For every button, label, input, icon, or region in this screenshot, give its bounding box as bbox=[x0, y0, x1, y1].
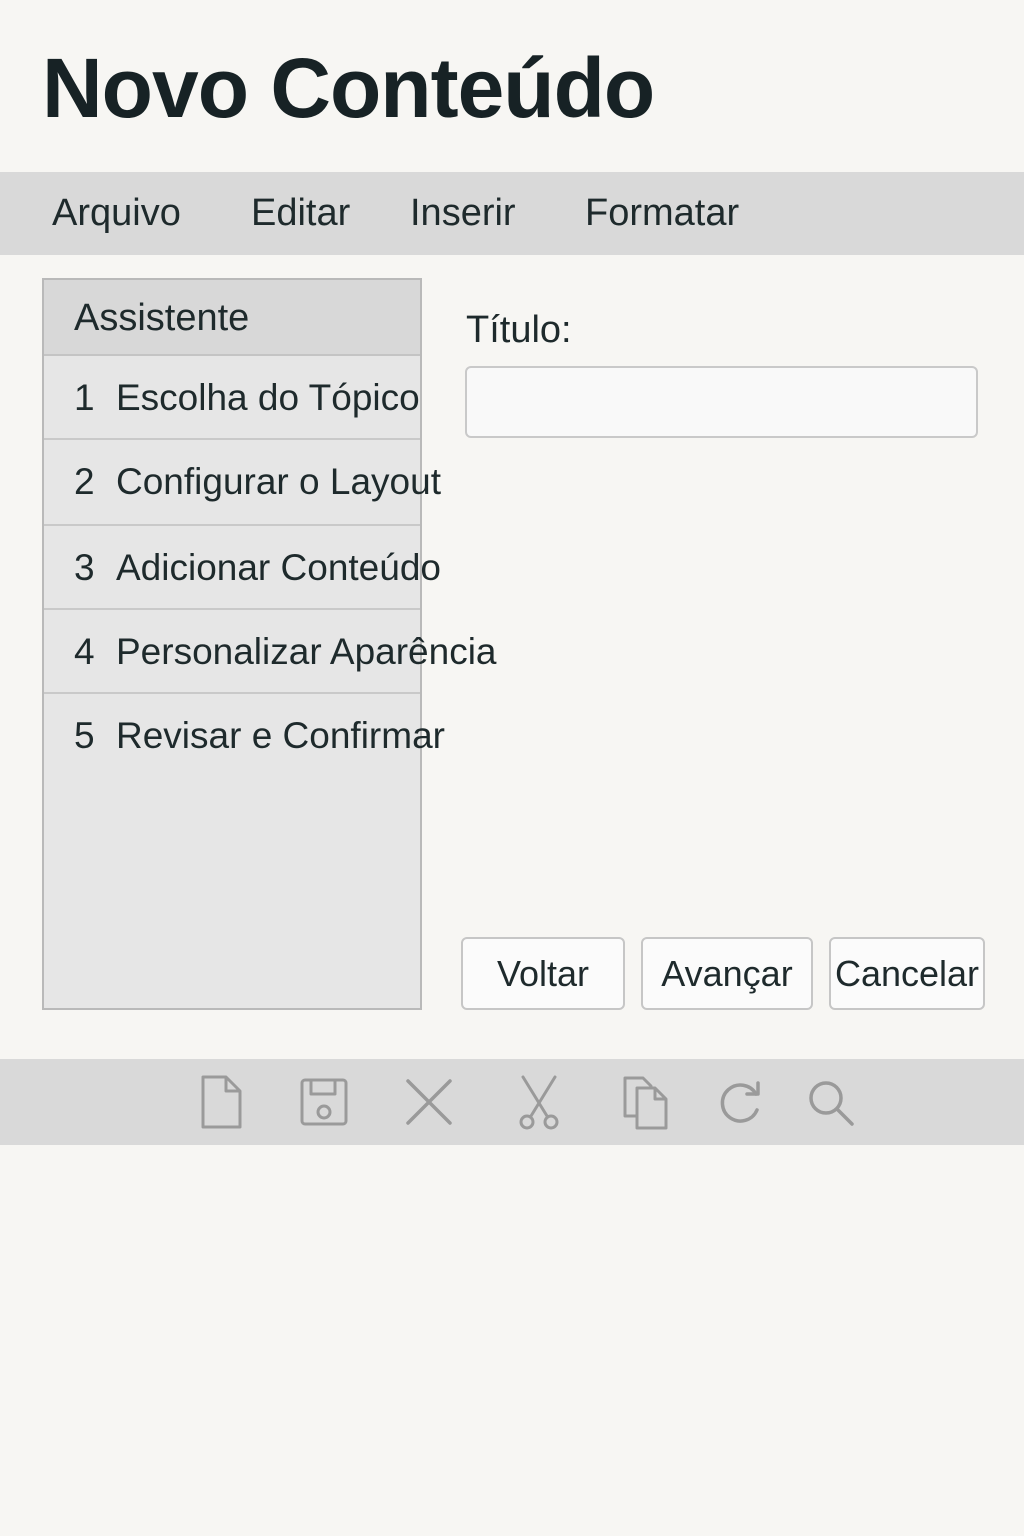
step-number: 2 bbox=[74, 461, 95, 502]
new-file-icon[interactable] bbox=[191, 1072, 251, 1132]
step-label: Escolha do Tópico bbox=[116, 377, 420, 418]
wizard-step-3[interactable]: 3 Adicionar Conteúdo bbox=[44, 526, 441, 610]
cut-icon[interactable] bbox=[509, 1072, 569, 1132]
step-number: 4 bbox=[74, 631, 95, 672]
wizard-step-1[interactable]: 1 Escolha do Tópico bbox=[44, 356, 420, 440]
step-number: 1 bbox=[74, 377, 95, 418]
step-label: Revisar e Confirmar bbox=[116, 715, 445, 756]
menu-bar: Arquivo Editar Inserir Formatar bbox=[0, 172, 1024, 255]
back-button[interactable]: Voltar bbox=[461, 937, 625, 1010]
title-input[interactable] bbox=[465, 366, 978, 438]
bottom-toolbar bbox=[0, 1059, 1024, 1145]
next-button[interactable]: Avançar bbox=[641, 937, 813, 1010]
save-icon[interactable] bbox=[294, 1072, 354, 1132]
wizard-step-4[interactable]: 4 Personalizar Aparência bbox=[44, 610, 497, 694]
wizard-header: Assistente bbox=[44, 280, 420, 356]
refresh-icon[interactable] bbox=[710, 1072, 770, 1132]
menu-item-formatar[interactable]: Formatar bbox=[585, 172, 739, 255]
copy-icon[interactable] bbox=[616, 1072, 676, 1132]
wizard-step-2[interactable]: 2 Configurar o Layout bbox=[44, 440, 441, 526]
menu-item-inserir[interactable]: Inserir bbox=[410, 172, 516, 255]
close-icon[interactable] bbox=[399, 1072, 459, 1132]
cancel-button[interactable]: Cancelar bbox=[829, 937, 985, 1010]
step-number: 3 bbox=[74, 547, 95, 588]
menu-item-editar[interactable]: Editar bbox=[251, 172, 350, 255]
wizard-panel: Assistente 1 Escolha do Tópico 2 Configu… bbox=[42, 278, 497, 1010]
wizard-step-5[interactable]: 5 Revisar e Confirmar bbox=[44, 694, 445, 778]
step-label: Adicionar Conteúdo bbox=[116, 547, 441, 588]
step-label: Personalizar Aparência bbox=[116, 631, 497, 672]
search-icon[interactable] bbox=[800, 1072, 860, 1132]
page-title: Novo Conteúdo bbox=[42, 41, 655, 135]
menu-item-arquivo[interactable]: Arquivo bbox=[52, 172, 181, 255]
step-number: 5 bbox=[74, 715, 95, 756]
wizard-title: Assistente bbox=[74, 297, 250, 339]
title-label: Título: bbox=[466, 309, 572, 351]
step-label: Configurar o Layout bbox=[116, 461, 441, 502]
